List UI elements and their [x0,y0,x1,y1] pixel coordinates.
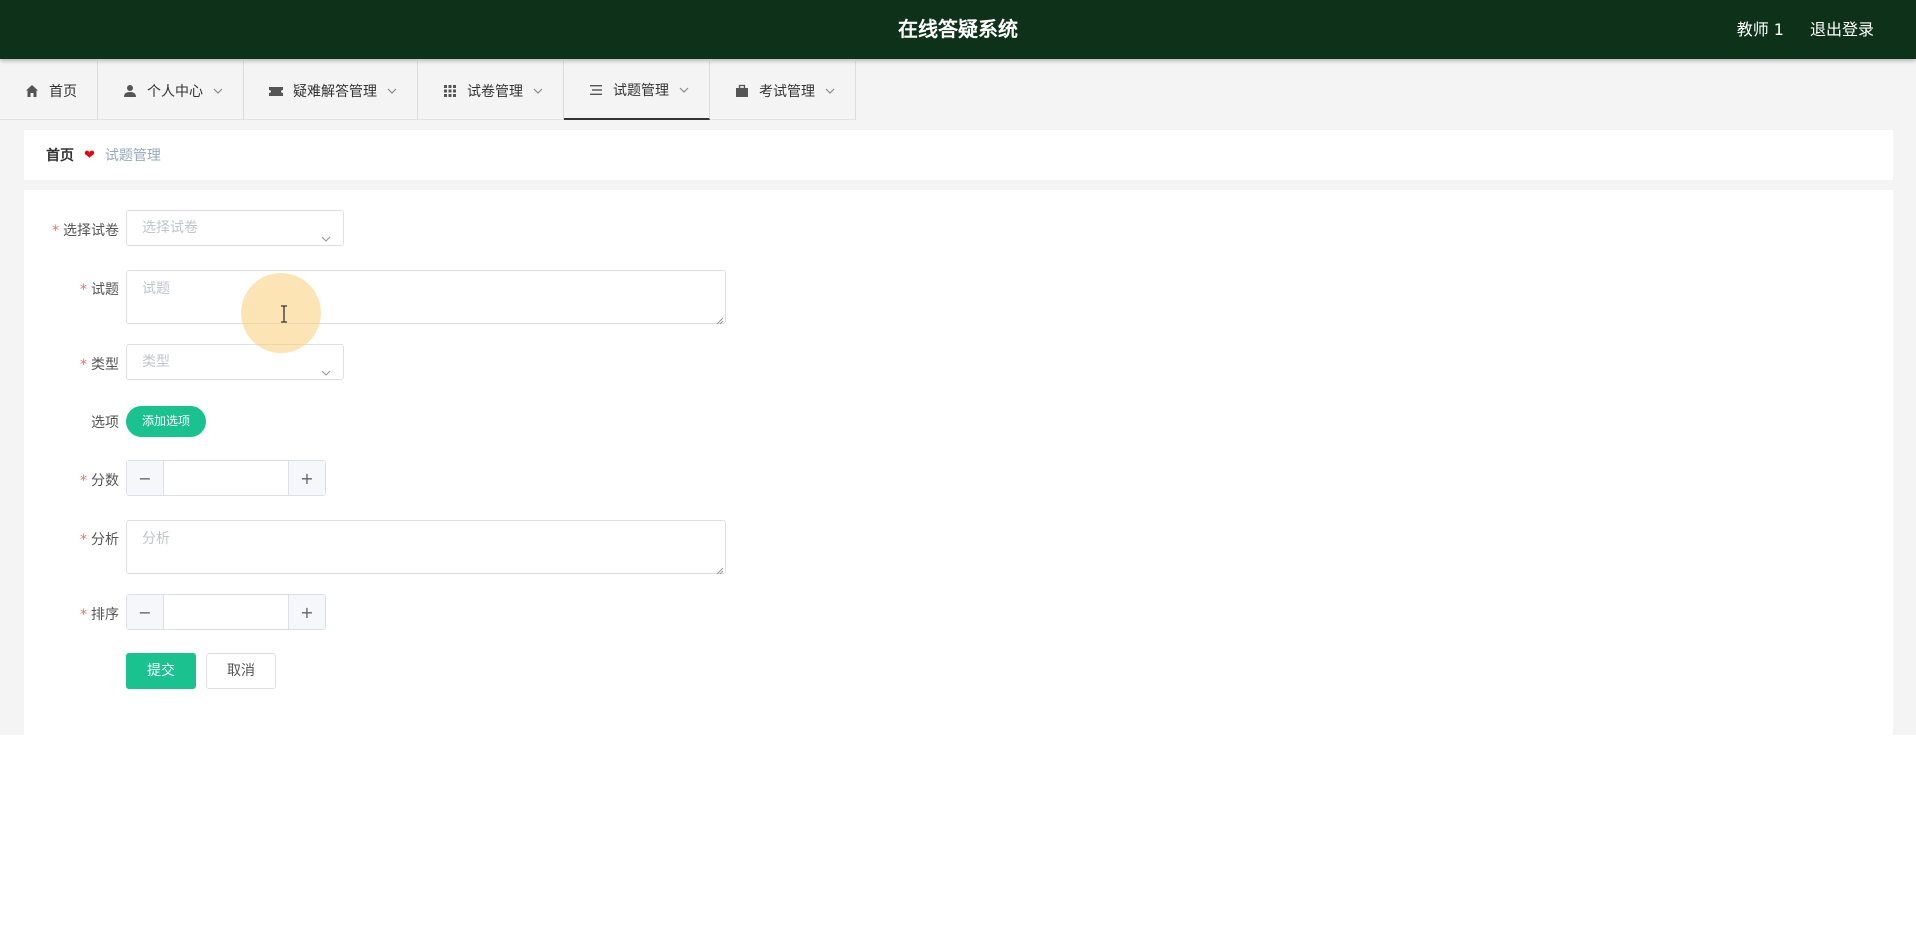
analysis-textarea[interactable]: 分析 [126,520,726,575]
submit-button[interactable]: 提交 [126,653,196,689]
chevron-down-icon [321,357,331,376]
required-mark: * [80,473,87,489]
list-icon [588,82,604,98]
app-root: 在线答疑系统 教师 1 退出登录 首页 个人中心 疑难解答管理 试卷管理 试题管… [0,0,1916,936]
question-form: * 选择试卷 选择试卷 * 试题 试题 * 类型 类型 选项 添加选项 * 分数… [24,190,1893,735]
chevron-down-icon [679,85,689,95]
required-mark: * [52,223,59,239]
user-icon [122,83,138,99]
chevron-down-icon [387,86,397,96]
increment-button[interactable]: + [288,595,325,629]
nav-item-label: 试题管理 [613,82,669,99]
grid-icon [442,83,458,99]
heart-icon: ❤ [84,147,95,163]
nav-item-label: 个人中心 [147,83,203,100]
question-label: * 试题 [80,282,119,298]
score-label: * 分数 [80,473,119,489]
ticket-icon [268,83,284,99]
increment-button[interactable]: + [288,461,325,495]
breadcrumb: 首页 ❤ 试题管理 [24,130,1893,180]
briefcase-icon [734,83,750,99]
paper-label: * 选择试卷 [52,223,119,239]
order-stepper[interactable]: − + [126,594,326,630]
nav-item-paper-management[interactable]: 试卷管理 [418,61,564,120]
cancel-button[interactable]: 取消 [206,653,276,689]
decrement-button[interactable]: − [127,595,164,629]
required-mark: * [80,607,87,623]
add-option-button[interactable]: 添加选项 [126,406,206,437]
top-header: 在线答疑系统 教师 1 退出登录 [0,0,1916,59]
resize-handle-icon[interactable] [715,563,724,575]
paper-select[interactable]: 选择试卷 [126,210,344,246]
required-mark: * [80,282,87,298]
system-title: 在线答疑系统 [898,17,1018,41]
chevron-down-icon [213,86,223,96]
nav-item-label: 考试管理 [759,83,815,100]
main-nav: 首页 个人中心 疑难解答管理 试卷管理 试题管理 考试管理 [0,61,856,120]
nav-item-exam-management[interactable]: 考试管理 [710,61,856,120]
nav-item-label: 试卷管理 [467,83,523,100]
question-placeholder: 试题 [142,281,170,297]
nav-item-qa-management[interactable]: 疑难解答管理 [244,61,418,120]
type-select-placeholder: 类型 [142,354,170,370]
decrement-button[interactable]: − [127,461,164,495]
chevron-down-icon [321,223,331,242]
paper-select-placeholder: 选择试卷 [142,220,198,236]
nav-item-question-management[interactable]: 试题管理 [564,61,710,120]
analysis-placeholder: 分析 [142,531,170,547]
score-input[interactable] [164,461,288,495]
analysis-label: * 分析 [80,532,119,548]
nav-item-home[interactable]: 首页 [0,61,98,120]
nav-item-label: 疑难解答管理 [293,83,377,100]
breadcrumb-current: 试题管理 [104,148,161,164]
nav-item-personal-center[interactable]: 个人中心 [98,61,244,120]
question-textarea[interactable]: 试题 [126,270,726,325]
breadcrumb-home[interactable]: 首页 [46,145,74,165]
home-icon [24,83,40,99]
required-mark: * [80,532,87,548]
chevron-down-icon [533,86,543,96]
order-label: * 排序 [80,607,119,623]
text-cursor-icon [279,305,289,323]
logout-link[interactable]: 退出登录 [1810,0,1874,59]
score-stepper[interactable]: − + [126,460,326,496]
type-select[interactable]: 类型 [126,344,344,380]
nav-item-label: 首页 [49,83,77,100]
chevron-down-icon [825,86,835,96]
options-label: 选项 [91,415,119,431]
resize-handle-icon[interactable] [715,313,724,325]
order-input[interactable] [164,595,288,629]
type-label: * 类型 [80,357,119,373]
required-mark: * [80,357,87,373]
current-user[interactable]: 教师 1 [1737,0,1784,59]
